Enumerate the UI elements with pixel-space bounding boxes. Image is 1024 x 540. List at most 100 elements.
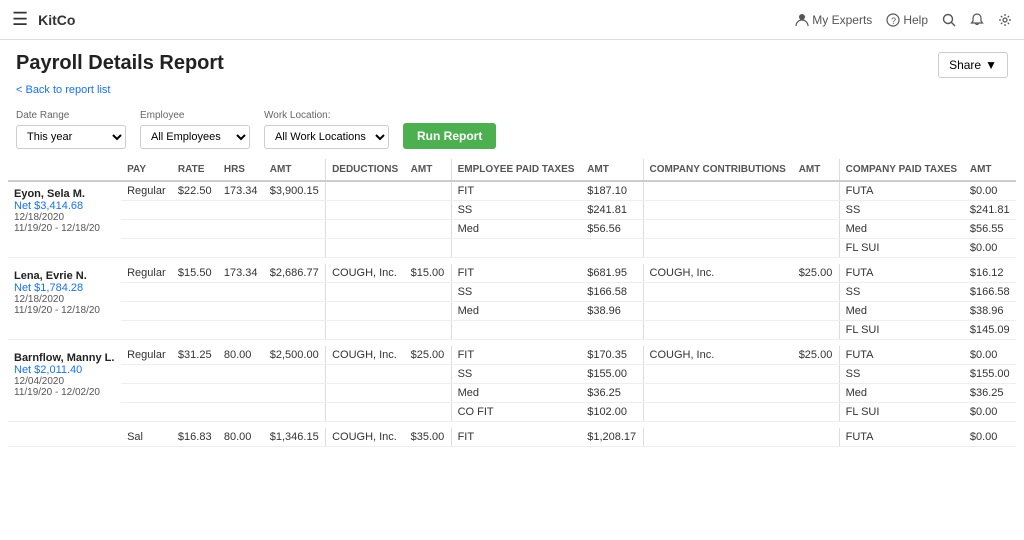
tax-amt-cell: $0.00 [964, 239, 1016, 258]
employee-net[interactable]: Net $1,784.28 [14, 282, 115, 294]
date-range-select[interactable]: This year [16, 125, 126, 149]
hrs-cell [218, 239, 264, 258]
employee-net[interactable]: Net $2,011.40 [14, 364, 115, 376]
emp-tax-cell: CO FIT [451, 403, 581, 422]
rate-cell: $31.25 [172, 346, 218, 365]
tax-amt-cell: $0.00 [964, 181, 1016, 201]
contrib-cell [643, 201, 793, 220]
company-tax-cell: FL SUI [839, 403, 964, 422]
emp-tax-cell: FIT [451, 346, 581, 365]
bell-icon[interactable] [970, 13, 984, 27]
filters-bar: Date Range This year Employee All Employ… [0, 104, 1024, 159]
share-button[interactable]: Share ▼ [938, 52, 1008, 78]
employee-date2: 11/19/20 - 12/18/20 [14, 305, 115, 316]
contrib-amt-cell [793, 321, 839, 340]
table-row: CO FIT$102.00FL SUI$0.00 [8, 403, 1016, 422]
ded-amt-cell: $35.00 [405, 428, 451, 447]
hrs-cell: 173.34 [218, 181, 264, 201]
ded-amt-cell: $25.00 [405, 346, 451, 365]
col-emp-taxes: EMPLOYEE PAID TAXES [451, 159, 581, 181]
amt-cell [264, 403, 326, 422]
emp-tax-cell: SS [451, 365, 581, 384]
company-tax-cell: FUTA [839, 264, 964, 283]
emp-amt-cell: $56.56 [581, 220, 643, 239]
table-row: SS$241.81SS$241.81 [8, 201, 1016, 220]
run-report-button[interactable]: Run Report [403, 123, 496, 149]
ded-amt-cell [405, 201, 451, 220]
employee-select[interactable]: All Employees [140, 125, 250, 149]
pay-cell [121, 365, 172, 384]
deduction-cell [326, 302, 405, 321]
company-tax-cell: SS [839, 365, 964, 384]
amt-cell [264, 201, 326, 220]
settings-icon[interactable] [998, 13, 1012, 27]
table-row: Barnflow, Manny L. Net $2,011.40 12/04/2… [8, 346, 1016, 365]
col-deductions: DEDUCTIONS [326, 159, 405, 181]
table-header-row: PAY RATE HRS AMT DEDUCTIONS AMT EMPLOYEE… [8, 159, 1016, 181]
hrs-cell: 173.34 [218, 264, 264, 283]
emp-amt-cell: $170.35 [581, 346, 643, 365]
deduction-cell: COUGH, Inc. [326, 264, 405, 283]
tax-amt-cell: $241.81 [964, 201, 1016, 220]
employee-net[interactable]: Net $3,414.68 [14, 200, 115, 212]
tax-amt-cell: $145.09 [964, 321, 1016, 340]
contrib-cell [643, 181, 793, 201]
col-tax-amt: AMT [964, 159, 1016, 181]
table-row: Med$56.56Med$56.55 [8, 220, 1016, 239]
emp-tax-cell: Med [451, 220, 581, 239]
nav-right: My Experts ? Help [795, 13, 1012, 27]
contrib-cell [643, 283, 793, 302]
col-company-contrib: COMPANY CONTRIBUTIONS [643, 159, 793, 181]
employee-info-cell: Eyon, Sela M. Net $3,414.68 12/18/2020 1… [8, 181, 121, 258]
employee-date1: 12/18/2020 [14, 294, 115, 305]
pay-cell [121, 302, 172, 321]
company-tax-cell: Med [839, 220, 964, 239]
hrs-cell [218, 384, 264, 403]
help-icon: ? [886, 13, 900, 27]
table-row: Lena, Evrie N. Net $1,784.28 12/18/2020 … [8, 264, 1016, 283]
help-nav[interactable]: ? Help [886, 13, 928, 27]
deduction-cell [326, 403, 405, 422]
table-row: Sal$16.8380.00$1,346.15COUGH, Inc.$35.00… [8, 428, 1016, 447]
search-icon[interactable] [942, 13, 956, 27]
pay-cell [121, 283, 172, 302]
my-experts-nav[interactable]: My Experts [795, 13, 872, 27]
contrib-amt-cell [793, 181, 839, 201]
back-link[interactable]: < Back to report list [0, 84, 1024, 104]
deduction-cell [326, 239, 405, 258]
emp-amt-cell: $36.25 [581, 384, 643, 403]
col-hrs: HRS [218, 159, 264, 181]
work-location-select[interactable]: All Work Locations [264, 125, 389, 149]
rate-cell [172, 302, 218, 321]
hamburger-icon[interactable]: ☰ [12, 9, 28, 30]
table-row: FL SUI$145.09 [8, 321, 1016, 340]
col-company-taxes: COMPANY PAID TAXES [839, 159, 964, 181]
page-title: Payroll Details Report [16, 52, 224, 75]
pay-cell [121, 201, 172, 220]
pay-cell [121, 220, 172, 239]
contrib-cell: COUGH, Inc. [643, 346, 793, 365]
amt-cell [264, 239, 326, 258]
emp-tax-cell: Med [451, 302, 581, 321]
tax-amt-cell: $0.00 [964, 428, 1016, 447]
rate-cell [172, 403, 218, 422]
hrs-cell [218, 321, 264, 340]
employee-date2: 11/19/20 - 12/18/20 [14, 223, 115, 234]
table-row: FL SUI$0.00 [8, 239, 1016, 258]
emp-amt-cell [581, 239, 643, 258]
contrib-amt-cell: $25.00 [793, 346, 839, 365]
tax-amt-cell: $36.25 [964, 384, 1016, 403]
emp-tax-cell [451, 239, 581, 258]
chevron-down-icon: ▼ [985, 58, 997, 72]
employee-name: Barnflow, Manny L. [14, 352, 115, 364]
rate-cell: $22.50 [172, 181, 218, 201]
page-header: Payroll Details Report Share ▼ [0, 40, 1024, 84]
col-emp-amt: AMT [581, 159, 643, 181]
rate-cell [172, 201, 218, 220]
emp-amt-cell: $681.95 [581, 264, 643, 283]
employee-date2: 11/19/20 - 12/02/20 [14, 387, 115, 398]
company-tax-cell: FL SUI [839, 239, 964, 258]
report-table: PAY RATE HRS AMT DEDUCTIONS AMT EMPLOYEE… [8, 159, 1016, 447]
pay-cell: Regular [121, 264, 172, 283]
nav-left: ☰ KitCo [12, 9, 75, 30]
